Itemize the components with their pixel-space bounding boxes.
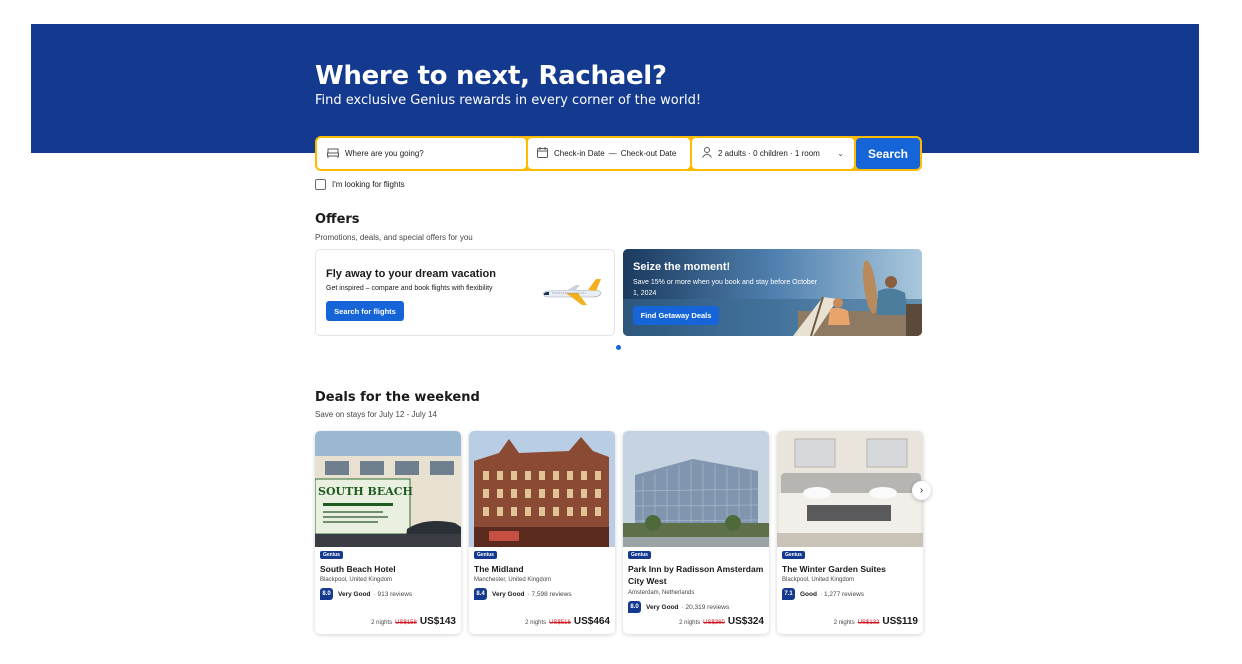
original-price: US$132 — [857, 620, 880, 626]
rating-label: Very Good — [338, 590, 371, 598]
original-price: US$360 — [703, 620, 725, 626]
airplane-icon — [543, 279, 602, 305]
search-flights-button[interactable]: Search for flights — [326, 301, 404, 321]
deals-subtitle: Save on stays for July 12 - July 14 — [315, 410, 437, 419]
bed-icon — [327, 148, 339, 160]
hotel-name[interactable]: Park Inn by Radisson Amsterdam City West — [628, 563, 766, 587]
offer-text: Save 15% or more when you book and stay … — [633, 279, 818, 297]
offer-title: Fly away to your dream vacation — [326, 268, 496, 280]
deal-card[interactable]: Genius The Midland Manchester, United Ki… — [469, 431, 615, 634]
original-price: US$516 — [549, 620, 571, 626]
guests-selector[interactable]: 2 adults · 0 children · 1 room ⌄ — [692, 138, 854, 169]
hotel-rating: 8.0 Very Good · 913 reviews — [320, 588, 412, 600]
deal-card[interactable]: SOUTH BEACH Genius South Beach Hotel Bla… — [315, 431, 461, 634]
price-block: 2 nights US$516 US$464 — [525, 616, 610, 627]
discounted-price: US$143 — [419, 616, 456, 627]
find-getaway-deals-button[interactable]: Find Getaway Deals — [633, 306, 719, 325]
nights-count: 2 nights — [679, 620, 701, 626]
checkin-date: Check-in Date — [554, 149, 605, 158]
date-picker[interactable]: Check-in Date — Check-out Date — [528, 138, 690, 169]
page-title: Where to next, Rachael? — [315, 61, 667, 91]
deal-card[interactable]: Genius The Winter Garden Suites Blackpoo… — [777, 431, 923, 634]
hotel-photo — [469, 431, 615, 547]
genius-badge: Genius — [628, 551, 651, 559]
deals-carousel: SOUTH BEACH Genius South Beach Hotel Bla… — [315, 431, 923, 635]
rating-label: Good — [800, 590, 817, 598]
hotel-rating: 7.1 Good · 1,277 reviews — [782, 588, 864, 600]
nights-count: 2 nights — [833, 620, 855, 626]
review-count: · 20,319 reviews — [681, 603, 730, 611]
search-bar: Where are you going? Check-in Date — Che… — [315, 136, 922, 171]
hotel-name[interactable]: South Beach Hotel — [320, 563, 458, 575]
price-block: 2 nights US$158 US$143 — [371, 616, 456, 627]
hotel-location: Blackpool, United Kingdom — [320, 577, 393, 583]
hotel-location: Blackpool, United Kingdom — [782, 577, 855, 583]
chevron-right-icon: › — [919, 485, 924, 496]
discounted-price: US$119 — [882, 616, 918, 627]
carousel-indicator[interactable] — [616, 345, 621, 350]
deal-card[interactable]: Genius Park Inn by Radisson Amsterdam Ci… — [623, 431, 769, 634]
genius-badge: Genius — [320, 551, 343, 559]
page-subtitle: Find exclusive Genius rewards in every c… — [315, 93, 702, 108]
offer-card-flights[interactable]: Fly away to your dream vacation Get insp… — [315, 249, 615, 336]
hotel-rating: 8.0 Very Good · 20,319 reviews — [628, 601, 729, 613]
review-count: · 1,277 reviews — [819, 590, 865, 598]
nights-count: 2 nights — [371, 620, 393, 626]
offers-subtitle: Promotions, deals, and special offers fo… — [315, 233, 473, 242]
flights-checkbox-label: I'm looking for flights — [332, 180, 405, 189]
rating-label: Very Good — [646, 603, 679, 611]
carousel-next-button[interactable]: › — [912, 481, 931, 500]
offer-card-getaway[interactable]: Seize the moment! Save 15% or more when … — [623, 249, 922, 336]
review-score: 7.1 — [782, 588, 795, 600]
genius-badge: Genius — [474, 551, 497, 559]
review-score: 8.0 — [320, 588, 333, 600]
rating-label: Very Good — [492, 590, 525, 598]
review-count: · 7,598 reviews — [527, 590, 572, 598]
hotel-name[interactable]: The Winter Garden Suites — [782, 563, 920, 575]
review-score: 8.4 — [474, 588, 487, 600]
calendar-icon — [537, 147, 548, 160]
search-button[interactable]: Search — [856, 138, 920, 169]
guests-summary: 2 adults · 0 children · 1 room — [718, 149, 820, 158]
person-icon — [702, 147, 712, 160]
hotel-photo — [777, 431, 923, 547]
price-block: 2 nights US$360 US$324 — [679, 616, 764, 627]
price-block: 2 nights US$132 US$119 — [834, 616, 918, 627]
offer-text: Get inspired – compare and book flights … — [326, 285, 493, 292]
hotel-photo: SOUTH BEACH — [315, 431, 461, 547]
original-price: US$158 — [395, 620, 417, 626]
offer-title: Seize the moment! — [633, 261, 731, 273]
destination-input[interactable]: Where are you going? — [317, 138, 526, 169]
hotel-location: Manchester, United Kingdom — [474, 577, 552, 583]
flights-checkbox[interactable] — [315, 179, 326, 190]
hotel-rating: 8.4 Very Good · 7,598 reviews — [474, 588, 572, 600]
deals-title: Deals for the weekend — [315, 390, 480, 405]
hotel-sign-text: SOUTH BEACH — [318, 485, 413, 498]
chevron-down-icon: ⌄ — [837, 149, 844, 158]
nights-count: 2 nights — [525, 620, 547, 626]
discounted-price: US$464 — [573, 616, 610, 627]
flights-option[interactable]: I'm looking for flights — [315, 179, 405, 190]
hotel-name[interactable]: The Midland — [474, 563, 612, 575]
date-separator: — — [608, 149, 617, 158]
hotel-photo — [623, 431, 769, 547]
genius-badge: Genius — [782, 551, 805, 559]
review-score: 8.0 — [628, 601, 641, 613]
review-count: · 913 reviews — [373, 590, 413, 598]
checkout-date: Check-out Date — [620, 149, 677, 158]
hotel-location: Amsterdam, Netherlands — [628, 590, 695, 596]
offers-title: Offers — [315, 212, 360, 227]
destination-placeholder: Where are you going? — [345, 149, 424, 158]
discounted-price: US$324 — [727, 616, 764, 627]
